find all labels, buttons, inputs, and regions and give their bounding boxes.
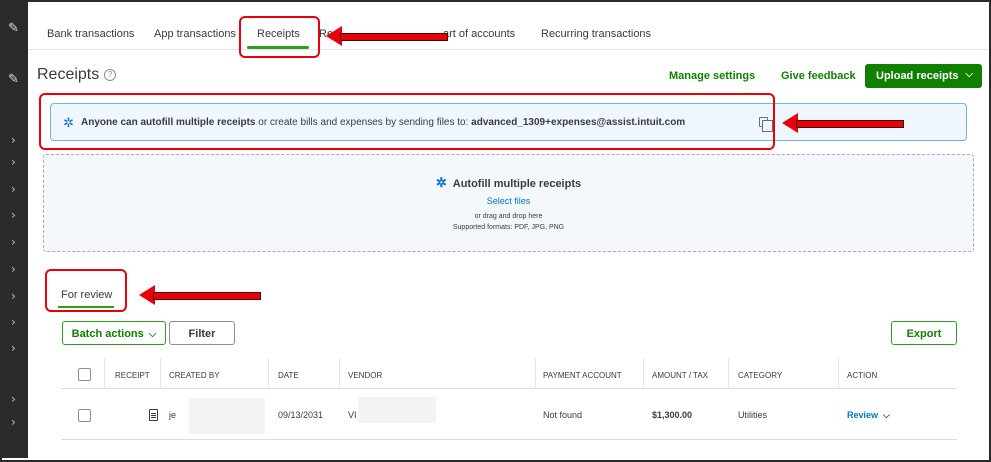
batch-actions-button[interactable]: Batch actions ⌵ [62, 321, 166, 345]
highlight-box-banner [39, 93, 775, 150]
table-row[interactable]: je 09/13/2031 VI Not found $1,300.00 Uti… [61, 390, 957, 440]
chevron-right-icon[interactable]: › [11, 208, 16, 222]
help-icon[interactable]: ? [104, 69, 116, 81]
review-action[interactable]: Review ⌵ [847, 410, 890, 421]
chevron-right-icon[interactable]: › [11, 133, 16, 147]
select-all-checkbox[interactable] [78, 368, 91, 381]
tab-bank-transactions[interactable]: Bank transactions [47, 28, 134, 40]
review-link[interactable]: Review [847, 410, 878, 420]
tab-recurring-transactions[interactable]: Recurring transactions [541, 28, 651, 40]
select-files-link[interactable]: Select files [44, 196, 973, 206]
cell-payment-account[interactable]: Not found [543, 410, 582, 420]
column-divider [838, 358, 839, 389]
col-payment-account[interactable]: Payment account [543, 371, 622, 380]
col-created-by[interactable]: Created by [169, 371, 220, 380]
chevron-right-icon[interactable]: › [11, 235, 16, 249]
receipt-dropzone[interactable]: ✲ Autofill multiple receipts Select files… [43, 154, 974, 252]
redacted-block [358, 397, 436, 423]
column-divider [268, 358, 269, 389]
highlight-box-receipts-tab [239, 16, 320, 58]
column-divider [643, 358, 644, 389]
arrow-shaft [153, 292, 261, 300]
upload-receipts-button[interactable]: Upload receipts ⌵ [865, 64, 982, 88]
red-arrow-icon [782, 113, 904, 133]
supported-formats: Supported formats: PDF, JPG, PNG [452, 224, 565, 231]
pencil-icon[interactable]: ✎ [8, 71, 19, 87]
left-nav-rail: ✎ ✎ › › › › › › › › › › › [2, 2, 28, 458]
highlight-box-for-review [45, 269, 127, 312]
dropzone-title: ✲ Autofill multiple receipts [44, 175, 973, 191]
column-divider [104, 358, 105, 389]
cell-category[interactable]: Utilities [738, 410, 767, 420]
filter-label: Filter [188, 328, 216, 340]
transactions-tab-bar: Bank transactions App transactions Recei… [28, 2, 989, 50]
chevron-right-icon[interactable]: › [11, 392, 16, 406]
chevron-right-icon[interactable]: › [11, 415, 16, 429]
cell-vendor: VI [348, 410, 357, 420]
chevron-right-icon[interactable]: › [11, 155, 16, 169]
column-divider [339, 358, 340, 389]
col-category[interactable]: Category [738, 371, 782, 380]
column-divider [728, 358, 729, 389]
tab-app-transactions[interactable]: App transactions [154, 28, 236, 40]
col-receipt[interactable]: Receipt [115, 371, 150, 380]
drag-drop-hint: or drag and drop here [474, 213, 543, 220]
chevron-right-icon[interactable]: › [11, 262, 16, 276]
cell-date: 09/13/2031 [278, 410, 324, 420]
batch-actions-label: Batch actions [71, 328, 144, 340]
receipt-document-icon[interactable] [149, 409, 158, 421]
chevron-down-icon[interactable]: ⌵ [965, 69, 973, 80]
red-arrow-icon [326, 26, 448, 46]
give-feedback-link[interactable]: Give feedback [781, 70, 856, 82]
cell-created-by: je [169, 410, 177, 420]
upload-receipts-label: Upload receipts [876, 70, 959, 82]
filter-button[interactable]: Filter [169, 321, 235, 345]
col-amount-tax[interactable]: Amount / tax [652, 371, 708, 380]
cell-amount: $1,300.00 [652, 410, 693, 420]
red-arrow-icon [139, 285, 261, 305]
pencil-icon[interactable]: ✎ [8, 20, 19, 36]
column-divider [160, 358, 161, 389]
manage-settings-link[interactable]: Manage settings [669, 70, 755, 82]
tab-chart-of-accounts[interactable]: art of accounts [443, 28, 515, 40]
chevron-down-icon: ⌵ [148, 329, 157, 340]
main-content: Bank transactions App transactions Recei… [28, 2, 989, 458]
col-date[interactable]: Date [278, 371, 299, 380]
table-header: Receipt Created by Date Vendor Payment a… [61, 358, 957, 389]
chevron-right-icon[interactable]: › [11, 341, 16, 355]
arrow-shaft [796, 120, 904, 128]
chevron-down-icon[interactable]: ⌵ [883, 411, 890, 421]
arrow-shaft [340, 33, 448, 41]
col-action: Action [847, 371, 878, 380]
dropzone-title-text: Autofill multiple receipts [452, 178, 582, 190]
redacted-block [189, 398, 265, 434]
sparkle-icon: ✲ [435, 175, 447, 190]
page-title: Receipts [37, 66, 100, 83]
chevron-right-icon[interactable]: › [11, 315, 16, 329]
column-divider [535, 358, 536, 389]
col-vendor[interactable]: Vendor [348, 371, 382, 380]
chevron-right-icon[interactable]: › [11, 289, 16, 303]
chevron-right-icon[interactable]: › [11, 182, 16, 196]
export-button[interactable]: Export [891, 321, 957, 345]
row-checkbox[interactable] [78, 409, 91, 422]
export-label: Export [906, 328, 942, 340]
